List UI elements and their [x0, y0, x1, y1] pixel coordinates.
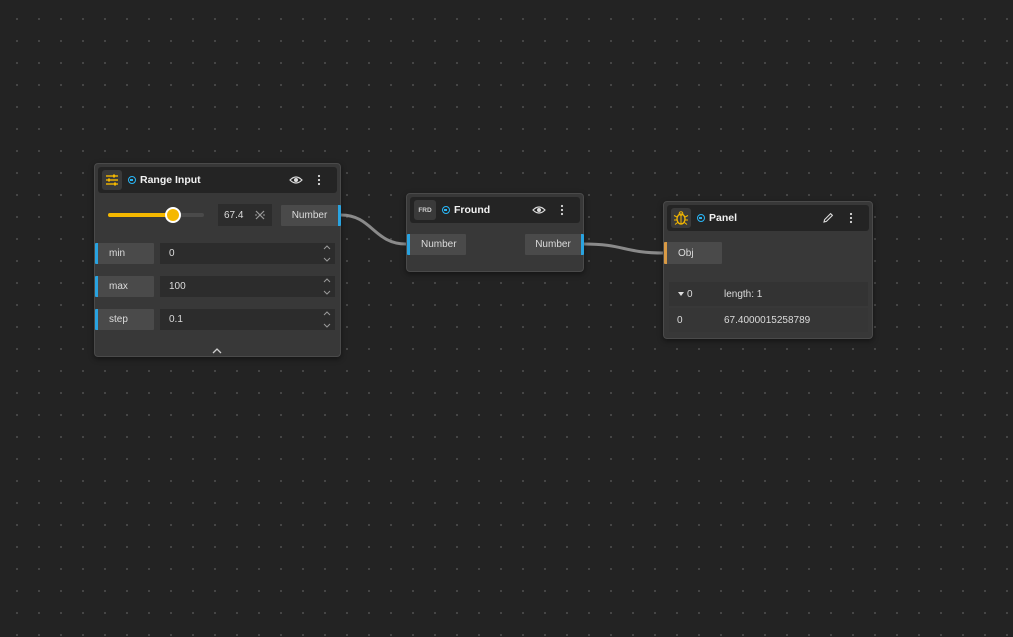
node-canvas[interactable]: Range Input 67.4 Number min 0 max 100 st… [0, 0, 1013, 637]
param-value: 0.1 [169, 314, 183, 325]
panel-data-table: 0 length: 1 0 67.4000015258789 [664, 282, 872, 334]
row-value: length: 1 [724, 288, 763, 300]
param-value: 100 [169, 281, 186, 292]
wire-fround-to-panel [583, 242, 665, 255]
panel-header[interactable]: Panel [667, 205, 869, 231]
value-display[interactable]: 67.4 [218, 204, 272, 226]
table-row[interactable]: 0 length: 1 [669, 282, 868, 306]
output-port-label: Number [291, 210, 328, 221]
param-label: max [109, 281, 128, 292]
fround-node[interactable]: FRD Fround Number Number [406, 193, 584, 272]
param-label: step [109, 314, 128, 325]
eye-icon[interactable] [286, 170, 306, 190]
row-key: 0 [677, 289, 693, 300]
fround-header[interactable]: FRD Fround [410, 197, 580, 223]
range-input-header[interactable]: Range Input [98, 167, 337, 193]
range-input-node[interactable]: Range Input 67.4 Number min 0 max 100 st… [94, 163, 341, 357]
output-port-number[interactable]: Number [281, 205, 341, 226]
caret-down-icon [678, 292, 684, 296]
param-min-input[interactable]: 0 [160, 243, 335, 264]
slider-thumb[interactable] [164, 207, 181, 223]
status-indicator [128, 176, 136, 184]
more-menu-icon[interactable] [841, 208, 861, 228]
output-port-label: Number [535, 239, 571, 250]
row-key-text: 0 [687, 288, 693, 300]
param-value: 0 [169, 248, 175, 259]
pencil-icon[interactable] [818, 208, 838, 228]
input-port-number[interactable]: Number [407, 234, 466, 255]
table-row[interactable]: 0 67.4000015258789 [669, 308, 868, 332]
wire-range-to-fround [340, 213, 407, 246]
collapse-chevron-up-icon[interactable] [211, 342, 225, 354]
unlink-icon[interactable] [254, 209, 266, 224]
value-text: 67.4 [224, 209, 244, 221]
more-menu-icon[interactable] [552, 200, 572, 220]
node-title: Panel [709, 212, 738, 224]
panel-node[interactable]: Panel Obj 0 length: 1 0 67.4000015258789 [663, 201, 873, 339]
more-menu-icon[interactable] [309, 170, 329, 190]
row-value: 67.4000015258789 [724, 314, 811, 326]
param-label: min [109, 248, 126, 259]
param-max-input[interactable]: 100 [160, 276, 335, 297]
range-slider[interactable] [108, 207, 204, 223]
slider-fill [108, 213, 173, 217]
node-title: Fround [454, 204, 491, 216]
row-key: 0 [677, 314, 683, 326]
spinner-icon[interactable] [323, 277, 331, 296]
frd-icon: FRD [414, 200, 436, 220]
status-indicator [442, 206, 450, 214]
output-port-number[interactable]: Number [525, 234, 584, 255]
icon-text: FRD [418, 206, 432, 214]
input-port-obj[interactable]: Obj [664, 242, 722, 264]
spinner-icon[interactable] [323, 310, 331, 329]
node-title: Range Input [140, 174, 201, 186]
status-indicator [697, 214, 705, 222]
param-max-label: max [95, 276, 154, 297]
input-port-label: Number [421, 239, 457, 250]
param-step-label: step [95, 309, 154, 330]
eye-icon[interactable] [529, 200, 549, 220]
param-step-input[interactable]: 0.1 [160, 309, 335, 330]
sliders-icon [102, 170, 122, 190]
spinner-icon[interactable] [323, 244, 331, 263]
input-port-label: Obj [678, 247, 694, 259]
bug-icon [671, 208, 691, 228]
param-min-label: min [95, 243, 154, 264]
